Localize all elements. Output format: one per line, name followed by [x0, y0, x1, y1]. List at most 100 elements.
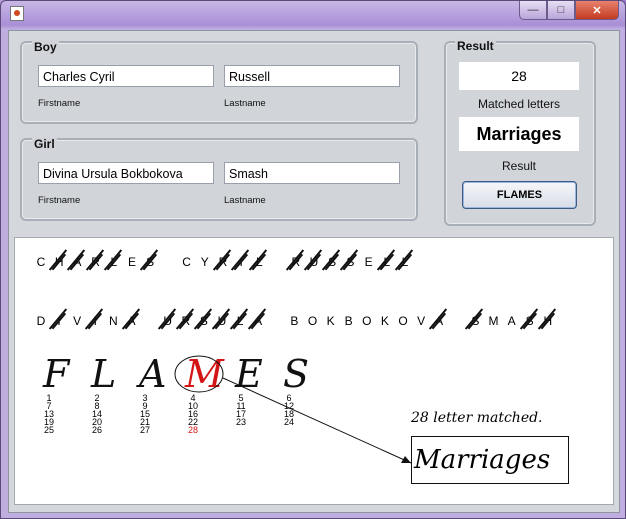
name-letter: V: [417, 314, 426, 328]
flames-button[interactable]: FLAMES: [462, 181, 577, 209]
app-window: — □ ✕ Boy Charles Cyril Russell Firstnam…: [0, 0, 626, 519]
strike-mark: [157, 308, 176, 330]
name-letter: R: [285, 249, 304, 271]
count-column: 1 7 13 19 25: [39, 394, 59, 435]
close-button[interactable]: ✕: [575, 1, 619, 20]
title-bar[interactable]: — □ ✕: [1, 1, 625, 25]
maximize-button[interactable]: □: [547, 1, 575, 20]
name-letter: N: [109, 314, 118, 328]
flames-letter: L: [91, 352, 117, 396]
flames-letter: A: [139, 352, 167, 396]
girl-group-title: Girl: [32, 137, 57, 151]
count-column: 6 12 18 24: [279, 394, 299, 427]
strike-mark: [85, 249, 104, 271]
name-letter: L: [394, 249, 414, 271]
java-app-icon: [10, 6, 24, 21]
name-letter: S: [519, 308, 538, 330]
name-letter: A: [429, 308, 448, 330]
matched-letters-label: Matched letters: [477, 97, 561, 111]
window-controls: — □ ✕: [519, 1, 619, 20]
count-number: 23: [235, 417, 246, 427]
maximize-icon: □: [557, 4, 565, 16]
boy-lastname-label: Lastname: [224, 98, 266, 109]
name-letter: C: [36, 255, 46, 269]
name-letter: S: [140, 249, 159, 271]
flames-canvas: CHARLESCYRILRUSSELL DIVINAURSULABOKBOKOV…: [14, 237, 614, 505]
matched-count-display: 28: [459, 62, 579, 90]
boy-firstname-label: Firstname: [38, 98, 81, 109]
strike-mark: [85, 308, 104, 330]
boy-group-title: Boy: [32, 40, 59, 54]
name-letter: L: [249, 249, 268, 271]
name-letter: H: [537, 308, 556, 330]
name-letter: I: [231, 249, 250, 271]
name-letter: D: [36, 314, 46, 328]
strike-mark: [394, 249, 414, 271]
strike-mark: [429, 308, 448, 330]
minimize-button[interactable]: —: [519, 1, 547, 20]
strike-mark: [537, 308, 556, 330]
result-label: Result: [501, 159, 536, 173]
name-letter: I: [85, 308, 104, 330]
name-letter: S: [193, 308, 213, 330]
name-letter: Y: [200, 255, 209, 269]
name-letter: A: [507, 314, 516, 328]
name-letter: M: [488, 314, 499, 328]
strike-mark: [193, 308, 213, 330]
count-number: 25: [43, 425, 54, 435]
strike-mark: [212, 249, 232, 271]
client-area: Boy Charles Cyril Russell Firstname Last…: [8, 30, 620, 513]
strike-mark: [67, 249, 86, 271]
strike-mark: [229, 308, 249, 330]
name-letter: S: [465, 308, 484, 330]
girl-firstname-field[interactable]: Divina Ursula Bokbokova: [38, 162, 214, 184]
flames-letter: M: [185, 352, 224, 396]
count-column: 3 9 15 21 27: [135, 394, 155, 435]
strike-mark: [519, 308, 538, 330]
name-letter: O: [362, 314, 372, 328]
boy-lastname-field[interactable]: Russell: [224, 65, 400, 87]
close-icon: ✕: [592, 4, 602, 17]
strike-mark: [103, 249, 122, 271]
strike-mark: [340, 249, 359, 271]
count-number: 24: [283, 417, 294, 427]
count-column: 4 10 16 22 28: [183, 394, 203, 435]
strike-mark: [376, 249, 395, 271]
result-arrow-head: [401, 456, 411, 463]
girl-firstname-label: Firstname: [38, 195, 81, 206]
name-letter: B: [344, 314, 353, 328]
count-number: 27: [139, 425, 150, 435]
count-column: 2 8 14 20 26: [87, 394, 107, 435]
name-letter: I: [48, 308, 68, 330]
name-letter: L: [103, 249, 122, 271]
count-number: 28: [187, 425, 198, 435]
girl-group: Girl Divina Ursula Bokbokova Smash First…: [20, 137, 418, 221]
strike-mark: [231, 249, 250, 271]
name-letter: O: [307, 314, 318, 328]
strike-mark: [140, 249, 159, 271]
name-letter: V: [73, 314, 82, 328]
name-letter: A: [248, 308, 267, 330]
name-letter: S: [340, 249, 359, 271]
strike-mark: [285, 249, 304, 271]
name-letter: R: [175, 308, 194, 330]
count-column: 5 11 17 23: [231, 394, 251, 427]
name-letter: A: [121, 308, 140, 330]
strike-mark: [49, 249, 68, 271]
name-letter: C: [182, 255, 191, 269]
strike-mark: [322, 249, 341, 271]
name-letter: U: [303, 249, 323, 271]
name-letter: B: [290, 314, 299, 328]
strike-mark: [465, 308, 484, 330]
girl-lastname-field[interactable]: Smash: [224, 162, 400, 184]
name-letter: K: [380, 314, 389, 328]
boy-firstname-field[interactable]: Charles Cyril: [38, 65, 214, 87]
result-group-title: Result: [455, 39, 496, 53]
boy-group: Boy Charles Cyril Russell Firstname Last…: [20, 40, 418, 124]
flames-letter: E: [235, 352, 263, 396]
minimize-icon: —: [527, 4, 539, 16]
name-letter: K: [326, 314, 335, 328]
name-letter: A: [67, 249, 86, 271]
flames-letter: F: [43, 352, 70, 396]
name-letter: E: [364, 255, 373, 269]
